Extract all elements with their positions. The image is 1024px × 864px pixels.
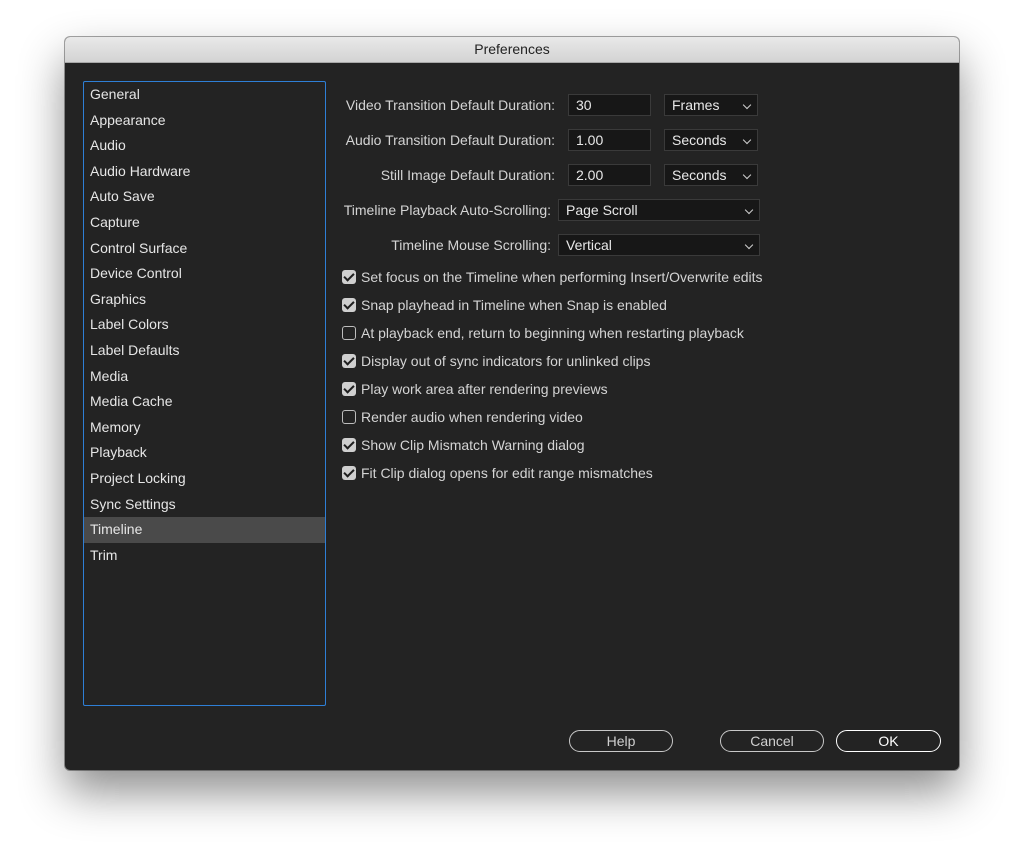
chevron-down-icon <box>742 135 752 145</box>
help-button[interactable]: Help <box>569 730 673 752</box>
checkbox-label: Render audio when rendering video <box>361 409 583 425</box>
audio-transition-input[interactable]: 1.00 <box>568 129 651 151</box>
sidebar-item-sync-settings[interactable]: Sync Settings <box>84 492 325 518</box>
audio-transition-unit-select[interactable]: Seconds <box>664 129 758 151</box>
still-image-label: Still Image Default Duration: <box>380 167 555 183</box>
checkbox-label: Show Clip Mismatch Warning dialog <box>361 437 585 453</box>
chevron-down-icon <box>744 205 754 215</box>
sidebar-item-playback[interactable]: Playback <box>84 440 325 466</box>
preferences-sidebar: General Appearance Audio Audio Hardware … <box>83 81 326 706</box>
sidebar-item-device-control[interactable]: Device Control <box>84 261 325 287</box>
sidebar-item-control-surface[interactable]: Control Surface <box>84 236 325 262</box>
cancel-button[interactable]: Cancel <box>720 730 824 752</box>
sidebar-item-audio-hardware[interactable]: Audio Hardware <box>84 159 325 185</box>
audio-transition-unit-value: Seconds <box>672 132 727 148</box>
sidebar-item-label-defaults[interactable]: Label Defaults <box>84 338 325 364</box>
video-transition-label: Video Transition Default Duration: <box>345 97 555 113</box>
checkbox-label: Display out of sync indicators for unlin… <box>361 353 651 369</box>
still-image-unit-select[interactable]: Seconds <box>664 164 758 186</box>
sidebar-item-trim[interactable]: Trim <box>84 543 325 569</box>
checkbox-checked[interactable] <box>342 354 356 368</box>
checkbox-unchecked[interactable] <box>342 326 356 340</box>
checkbox-checked[interactable] <box>342 270 356 284</box>
video-transition-unit-value: Frames <box>672 97 720 113</box>
sidebar-item-audio[interactable]: Audio <box>84 133 325 159</box>
still-image-unit-value: Seconds <box>672 167 727 183</box>
sidebar-item-capture[interactable]: Capture <box>84 210 325 236</box>
sidebar-item-memory[interactable]: Memory <box>84 415 325 441</box>
sidebar-item-general[interactable]: General <box>84 82 325 108</box>
auto-scrolling-select[interactable]: Page Scroll <box>558 199 760 221</box>
chevron-down-icon <box>744 240 754 250</box>
sidebar-item-appearance[interactable]: Appearance <box>84 108 325 134</box>
ok-button[interactable]: OK <box>836 730 941 752</box>
checkbox-label: At playback end, return to beginning whe… <box>361 325 744 341</box>
checkbox-label: Play work area after rendering previews <box>361 381 608 397</box>
sidebar-item-timeline[interactable]: Timeline <box>84 517 325 543</box>
checkbox-checked[interactable] <box>342 438 356 452</box>
checkbox-label: Set focus on the Timeline when performin… <box>361 269 763 285</box>
video-transition-input[interactable]: 30 <box>568 94 651 116</box>
chevron-down-icon <box>742 170 752 180</box>
chevron-down-icon <box>742 100 752 110</box>
checkbox-checked[interactable] <box>342 298 356 312</box>
sidebar-item-graphics[interactable]: Graphics <box>84 287 325 313</box>
audio-transition-label: Audio Transition Default Duration: <box>345 132 555 148</box>
window-title: Preferences <box>65 37 959 63</box>
preferences-window: Preferences General Appearance Audio Aud… <box>65 37 959 770</box>
sidebar-item-project-locking[interactable]: Project Locking <box>84 466 325 492</box>
checkbox-checked[interactable] <box>342 382 356 396</box>
mouse-scrolling-label: Timeline Mouse Scrolling: <box>391 237 551 253</box>
sidebar-item-auto-save[interactable]: Auto Save <box>84 184 325 210</box>
still-image-input[interactable]: 2.00 <box>568 164 651 186</box>
video-transition-unit-select[interactable]: Frames <box>664 94 758 116</box>
checkbox-checked[interactable] <box>342 466 356 480</box>
sidebar-item-label-colors[interactable]: Label Colors <box>84 312 325 338</box>
checkbox-unchecked[interactable] <box>342 410 356 424</box>
sidebar-item-media[interactable]: Media <box>84 364 325 390</box>
auto-scrolling-label: Timeline Playback Auto-Scrolling: <box>343 202 551 218</box>
mouse-scrolling-value: Vertical <box>566 237 612 253</box>
auto-scrolling-value: Page Scroll <box>566 202 638 218</box>
checkbox-label: Fit Clip dialog opens for edit range mis… <box>361 465 653 481</box>
sidebar-item-media-cache[interactable]: Media Cache <box>84 389 325 415</box>
mouse-scrolling-select[interactable]: Vertical <box>558 234 760 256</box>
checkbox-label: Snap playhead in Timeline when Snap is e… <box>361 297 667 313</box>
